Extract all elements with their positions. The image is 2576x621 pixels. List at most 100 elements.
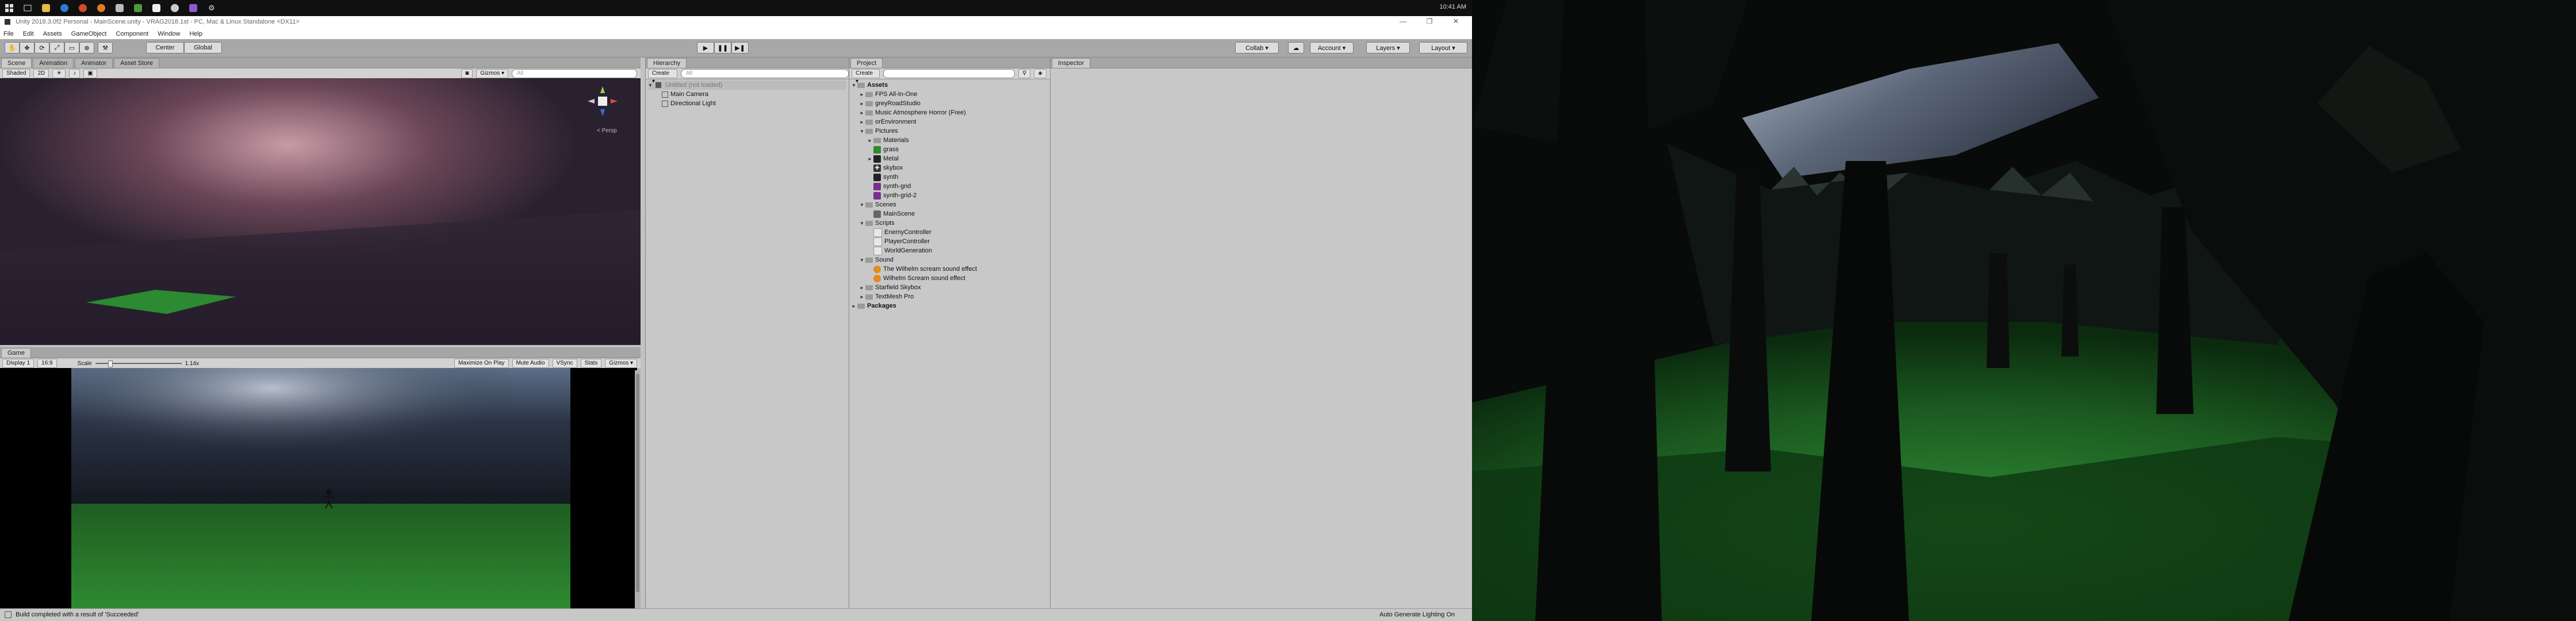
game-icon[interactable] xyxy=(131,2,145,14)
move-tool-icon[interactable]: ✥ xyxy=(20,42,34,53)
project-item[interactable]: ► Starfield Skybox xyxy=(852,283,1048,292)
tab-hierarchy[interactable]: Hierarchy xyxy=(647,58,687,68)
menu-edit[interactable]: Edit xyxy=(23,30,34,37)
project-create-button[interactable]: Create ▾ xyxy=(852,69,880,85)
settings-icon[interactable]: ⚙ xyxy=(205,2,218,14)
game-option-gizmos[interactable]: Gizmos ▾ xyxy=(605,359,637,368)
pivot-center-button[interactable]: Center xyxy=(146,42,184,53)
menu-assets[interactable]: Assets xyxy=(43,30,62,37)
expand-arrow-icon[interactable]: ► xyxy=(860,283,865,293)
close-icon[interactable]: ✕ xyxy=(1444,17,1467,28)
game-option-stats[interactable]: Stats xyxy=(580,359,602,368)
camera-icon[interactable]: ◙ xyxy=(461,69,473,78)
custom-tool-icon[interactable]: ⚒ xyxy=(98,42,113,53)
expand-arrow-icon[interactable]: ► xyxy=(852,302,857,311)
scale-tool-icon[interactable]: ⤢ xyxy=(49,42,64,53)
project-item[interactable]: ► FPS All-In-One xyxy=(852,90,1048,99)
expand-arrow-icon[interactable]: ► xyxy=(868,136,873,145)
project-item[interactable]: ▼ Assets xyxy=(852,80,1048,90)
firefox-icon[interactable] xyxy=(94,2,108,14)
file-explorer-icon[interactable] xyxy=(39,2,53,14)
scene-gizmo-icon[interactable] xyxy=(585,84,620,118)
rect-tool-icon[interactable]: ▭ xyxy=(64,42,79,53)
task-view-icon[interactable] xyxy=(21,2,34,14)
pause-button[interactable]: ❚❚ xyxy=(714,42,731,53)
project-item[interactable]: ✚ skybox xyxy=(852,163,1048,172)
expand-arrow-icon[interactable]: ▼ xyxy=(852,81,857,90)
shading-dropdown[interactable]: Shaded xyxy=(2,69,30,78)
expand-arrow-icon[interactable]: ► xyxy=(860,118,865,127)
filter-type-icon[interactable]: ⚲ xyxy=(1018,69,1031,78)
windows-icon[interactable] xyxy=(2,2,16,14)
game-scrollbar[interactable] xyxy=(635,370,641,608)
aspect-dropdown[interactable]: 16:9 xyxy=(37,359,57,368)
expand-arrow-icon[interactable]: ► xyxy=(860,293,865,302)
project-item[interactable]: ► TextMesh Pro xyxy=(852,292,1048,301)
scale-slider[interactable] xyxy=(95,361,182,367)
audio-icon[interactable]: ♪ xyxy=(69,69,80,78)
account-dropdown[interactable]: Account ▾ xyxy=(1310,42,1354,53)
scene-root[interactable]: ▼ Untitled (not loaded) xyxy=(648,80,846,90)
chrome-icon[interactable] xyxy=(76,2,90,14)
tab-game[interactable]: Game xyxy=(1,348,31,358)
project-item[interactable]: EnemyController xyxy=(852,228,1048,237)
effects-icon[interactable]: ▣ xyxy=(83,69,97,78)
project-item[interactable]: MainScene xyxy=(852,209,1048,218)
expand-arrow-icon[interactable]: ► xyxy=(860,109,865,118)
game-fullscreen-view[interactable] xyxy=(1472,0,2576,621)
edge-icon[interactable] xyxy=(57,2,71,14)
project-item[interactable]: ▼ Scenes xyxy=(852,200,1048,209)
game-option-maximize-on-play[interactable]: Maximize On Play xyxy=(454,359,509,368)
expand-arrow-icon[interactable]: ▼ xyxy=(860,219,865,228)
steam-icon[interactable] xyxy=(168,2,182,14)
tab-scene[interactable]: Scene xyxy=(1,58,32,68)
project-search-input[interactable] xyxy=(883,69,1015,78)
persp-label[interactable]: < Persp xyxy=(597,128,617,134)
menu-window[interactable]: Window xyxy=(158,30,180,37)
project-item[interactable]: ▼ Sound xyxy=(852,255,1048,264)
space-global-button[interactable]: Global xyxy=(184,42,222,53)
tab-project[interactable]: Project xyxy=(850,58,883,68)
game-option-mute-audio[interactable]: Mute Audio xyxy=(512,359,549,368)
project-item[interactable]: grass xyxy=(852,145,1048,154)
layers-dropdown[interactable]: Layers ▾ xyxy=(1366,42,1410,53)
expand-arrow-icon[interactable]: ► xyxy=(860,90,865,99)
filter-label-icon[interactable]: ◈ xyxy=(1034,69,1046,78)
transform-tool-icon[interactable]: ⊕ xyxy=(79,42,94,53)
project-item[interactable]: synth-grid xyxy=(852,182,1048,191)
project-item[interactable]: ► Materials xyxy=(852,136,1048,145)
tab-asset-store[interactable]: Asset Store xyxy=(114,58,160,68)
expand-arrow-icon[interactable]: ▼ xyxy=(860,256,865,265)
menu-component[interactable]: Component xyxy=(116,30,148,37)
layout-dropdown[interactable]: Layout ▾ xyxy=(1419,42,1467,53)
expand-arrow-icon[interactable]: ▼ xyxy=(648,81,654,90)
lighting-icon[interactable]: ☀ xyxy=(52,69,66,78)
hand-tool-icon[interactable]: ✋ xyxy=(5,42,20,53)
hierarchy-create-button[interactable]: Create ▾ xyxy=(648,69,677,85)
status-message[interactable]: Build completed with a result of 'Succee… xyxy=(16,611,139,618)
project-item[interactable]: synth-grid-2 xyxy=(852,191,1048,200)
hierarchy-search-input[interactable]: All xyxy=(681,69,849,78)
hierarchy-item[interactable]: Main Camera xyxy=(648,90,846,99)
project-item[interactable]: ▼ Pictures xyxy=(852,126,1048,136)
tab-animation[interactable]: Animation xyxy=(33,58,74,68)
project-item[interactable]: PlayerController xyxy=(852,237,1048,246)
menu-file[interactable]: File xyxy=(3,30,14,37)
scene-search-input[interactable]: All xyxy=(512,69,637,78)
game-option-vsync[interactable]: VSync xyxy=(552,359,577,368)
tab-inspector[interactable]: Inspector xyxy=(1052,58,1091,68)
game-viewport[interactable] xyxy=(0,368,637,608)
rotate-tool-icon[interactable]: ⟳ xyxy=(34,42,49,53)
minimize-icon[interactable]: — xyxy=(1392,17,1414,28)
collab-dropdown[interactable]: Collab ▾ xyxy=(1235,42,1279,53)
menu-gameobject[interactable]: GameObject xyxy=(71,30,107,37)
project-item[interactable]: ► Music Atmosphere Horror (Free) xyxy=(852,108,1048,117)
maximize-icon[interactable]: ❐ xyxy=(1418,17,1441,28)
step-button[interactable]: ▶❚ xyxy=(731,42,749,53)
visual-studio-icon[interactable] xyxy=(186,2,200,14)
scene-viewport[interactable]: < Persp xyxy=(0,78,641,345)
tab-animator[interactable]: Animator xyxy=(75,58,113,68)
project-item[interactable]: ► Packages xyxy=(852,301,1048,310)
2d-toggle[interactable]: 2D xyxy=(33,69,49,78)
hierarchy-item[interactable]: Directional Light xyxy=(648,99,846,108)
